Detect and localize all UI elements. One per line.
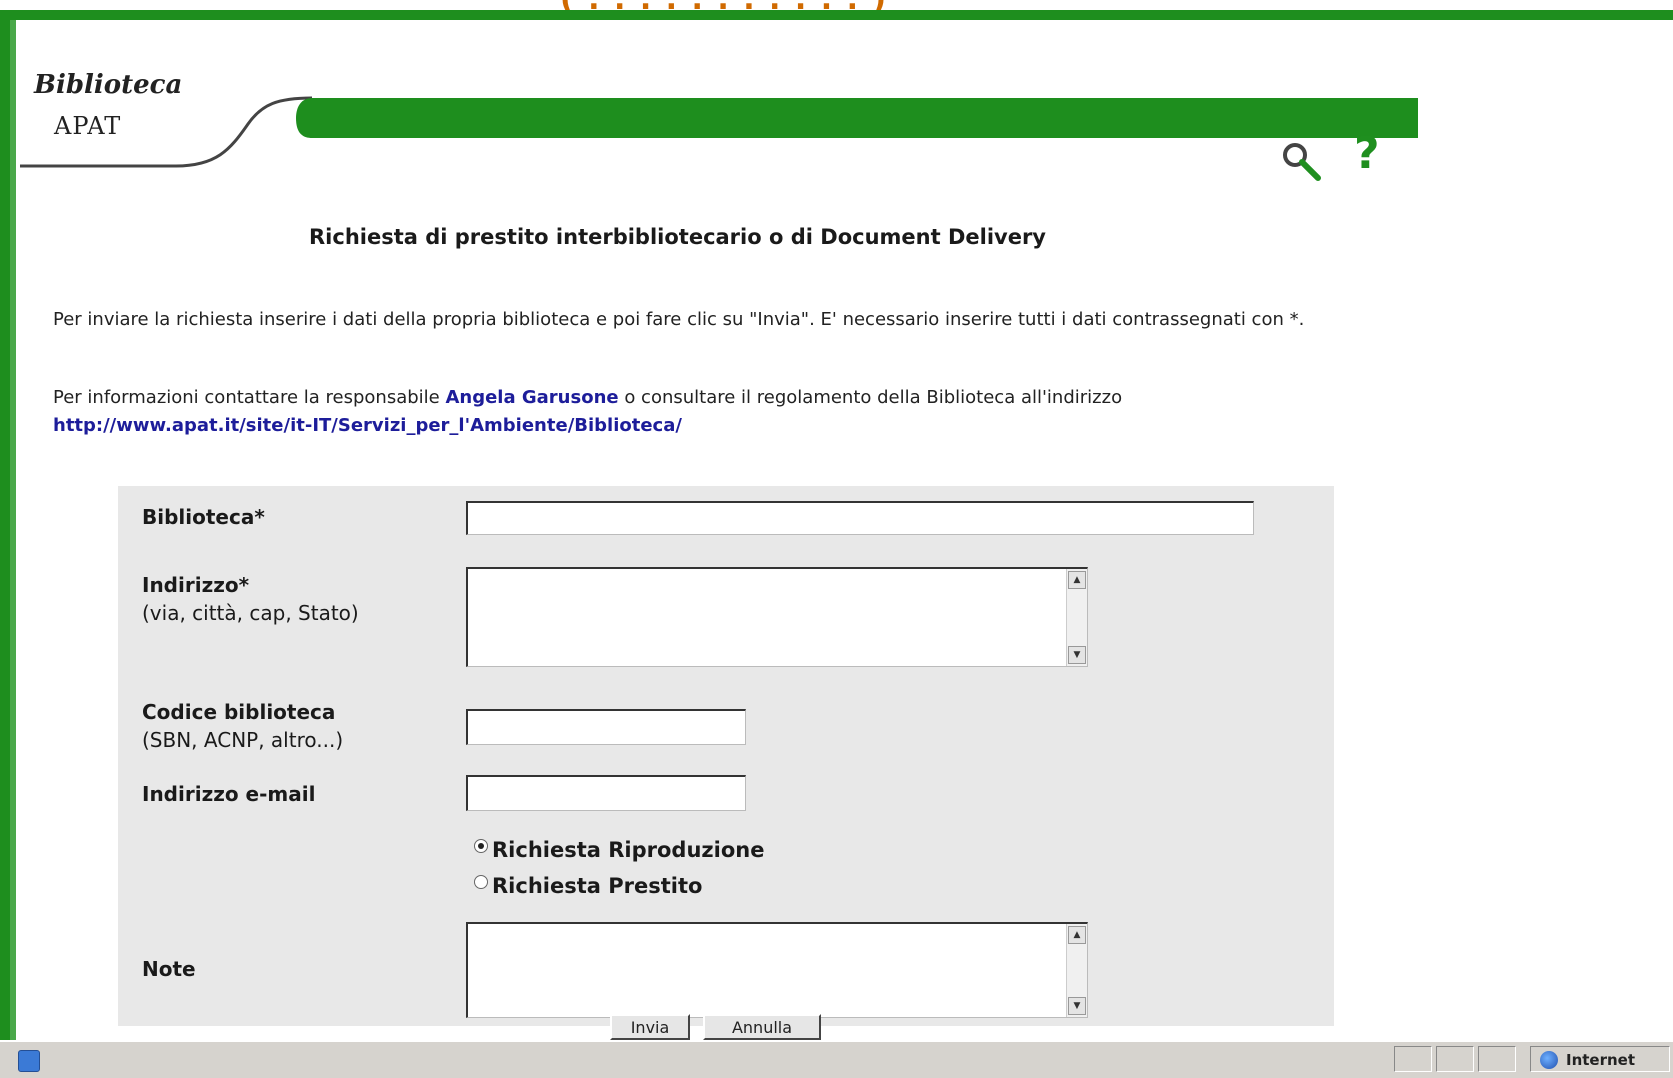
ie-page-icon[interactable] [18, 1050, 40, 1072]
email-input[interactable] [466, 775, 746, 811]
contact-info-text: Per informazioni contattare la responsab… [53, 384, 1353, 440]
top-banner-strip: ( . . . . . . . . . . . ) [0, 0, 1673, 10]
note-label: Note [142, 957, 196, 981]
biblioteca-label: Biblioteca* [142, 505, 265, 529]
status-segment [1436, 1046, 1474, 1072]
browser-status-bar: Internet [0, 1040, 1673, 1078]
scroll-up-icon[interactable]: ▲ [1068, 926, 1086, 944]
page-title: Richiesta di prestito interbibliotecario… [309, 225, 1046, 249]
indirizzo-hint: (via, città, cap, Stato) [142, 601, 359, 625]
submit-button[interactable]: Invia [610, 1014, 690, 1040]
radio-riproduzione-button[interactable] [474, 839, 488, 853]
radio-riproduzione[interactable]: Richiesta Riproduzione [474, 838, 764, 862]
globe-icon [1540, 1051, 1558, 1069]
status-segment [1478, 1046, 1516, 1072]
reset-button[interactable]: Annulla [703, 1014, 821, 1040]
codice-biblioteca-label: Codice biblioteca [142, 700, 336, 724]
help-icon[interactable]: ? [1354, 132, 1380, 176]
logo-text-biblioteca: Biblioteca [34, 70, 183, 100]
radio-riproduzione-label: Richiesta Riproduzione [492, 838, 765, 862]
radio-prestito-button[interactable] [474, 875, 488, 889]
scroll-down-icon[interactable]: ▼ [1068, 997, 1086, 1015]
indirizzo-textarea[interactable]: ▲ ▼ [466, 567, 1088, 667]
search-icon[interactable] [1278, 138, 1326, 186]
codice-biblioteca-input[interactable] [466, 709, 746, 745]
security-zone-label: Internet [1566, 1051, 1636, 1069]
browser-content: Biblioteca APAT ? Richiesta di prestito … [16, 20, 1673, 1040]
radio-prestito[interactable]: Richiesta Prestito [474, 874, 702, 898]
codice-biblioteca-hint: (SBN, ACNP, altro...) [142, 728, 344, 752]
indirizzo-label: Indirizzo* [142, 573, 250, 597]
status-segment [1394, 1046, 1432, 1072]
regulations-url-link[interactable]: http://www.apat.it/site/it-IT/Servizi_pe… [53, 415, 682, 436]
header-green-bar [20, 96, 1420, 190]
frame-border-top [0, 10, 1673, 20]
scroll-up-icon[interactable]: ▲ [1068, 571, 1086, 589]
banner-caption-fragment: ( . . . . . . . . . . . ) [560, 0, 888, 10]
contact-name-link[interactable]: Angela Garusone [445, 387, 618, 408]
note-textarea[interactable]: ▲ ▼ [466, 922, 1088, 1018]
biblioteca-input[interactable] [466, 501, 1254, 535]
email-label: Indirizzo e-mail [142, 782, 316, 806]
contact-text-before: Per informazioni contattare la responsab… [53, 387, 446, 408]
instructions-text: Per inviare la richiesta inserire i dati… [53, 309, 1305, 330]
indirizzo-scrollbar[interactable]: ▲ ▼ [1066, 569, 1087, 666]
radio-prestito-label: Richiesta Prestito [492, 874, 703, 898]
logo-text-apat: APAT [54, 112, 122, 140]
contact-text-middle: o consultare il regolamento della Biblio… [618, 387, 1123, 408]
frame-border-left [0, 10, 10, 1040]
green-header-stripe [296, 98, 1418, 138]
scroll-down-icon[interactable]: ▼ [1068, 646, 1086, 664]
note-scrollbar[interactable]: ▲ ▼ [1066, 924, 1087, 1017]
